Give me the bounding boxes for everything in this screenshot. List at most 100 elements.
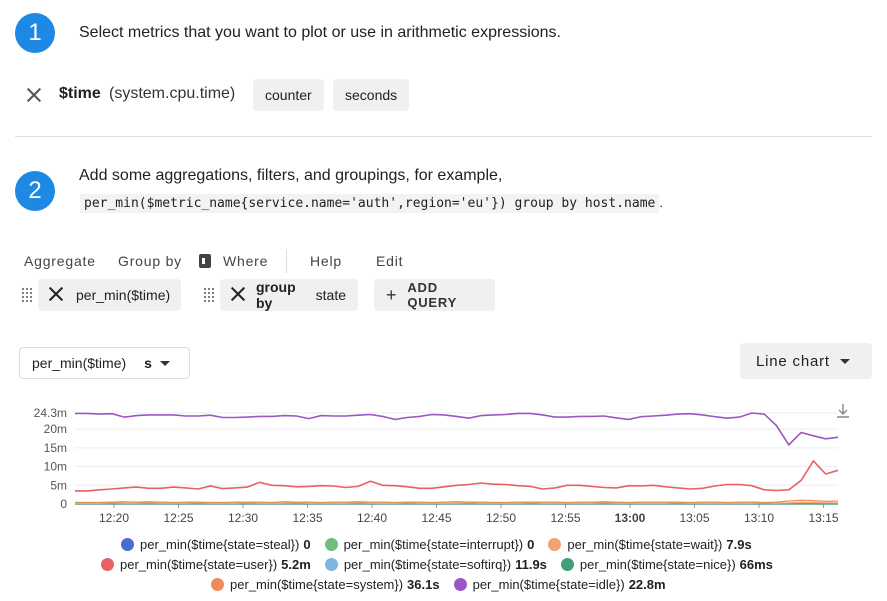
- unit-value: s: [144, 355, 152, 371]
- legend-item-nice[interactable]: per_min($time{state=nice}) 66ms: [560, 557, 773, 572]
- legend-dot: [324, 558, 338, 571]
- remove-query-button[interactable]: [46, 284, 66, 307]
- y-tick-label: 15m: [44, 441, 67, 455]
- query-text: per_min($time): [76, 287, 171, 303]
- query-chip-aggregate: per_min($time): [38, 279, 181, 311]
- x-tick-label: 13:10: [744, 511, 774, 525]
- legend-label: per_min($time{state=system}): [230, 577, 404, 592]
- query-keyword: group by: [256, 279, 296, 311]
- plus-icon: +: [386, 285, 398, 305]
- step-1-number: 1: [28, 19, 42, 46]
- legend-row: per_min($time{state=steal}) 0 per_min($tim…: [121, 537, 766, 552]
- step-2-number: 2: [28, 177, 42, 204]
- legend-value: 66ms: [739, 557, 773, 572]
- metric-name: (system.cpu.time): [109, 85, 236, 102]
- step-2-text: Add some aggregations, filters, and grou…: [79, 167, 503, 184]
- close-icon: [24, 85, 44, 105]
- tab-help[interactable]: Help: [310, 253, 342, 269]
- legend-label: per_min($time{state=softirq}): [343, 557, 512, 572]
- add-query-button[interactable]: + ADD QUERY: [374, 279, 495, 311]
- y-axis: 24.3m 20m 15m 10m 5m 0: [34, 406, 68, 511]
- drag-handle-icon[interactable]: [203, 287, 215, 303]
- download-icon[interactable]: [837, 404, 849, 418]
- metric-unit-chip: seconds: [333, 79, 410, 111]
- query-chip-group-by: group by state: [220, 279, 358, 311]
- legend-label: per_min($time{state=wait}): [567, 537, 723, 552]
- x-axis: 12:20 12:25 12:30 12:35 12:40 12:45 12:50 12:55…: [75, 503, 839, 525]
- chevron-down-icon: [159, 360, 170, 366]
- legend-value: 0: [527, 537, 535, 552]
- legend-dot: [453, 578, 467, 591]
- legend-value: 5.2m: [281, 557, 311, 572]
- tab-where[interactable]: Where: [223, 253, 268, 269]
- y-tick-label: 0: [60, 497, 67, 511]
- legend-item-idle[interactable]: per_min($time{state=idle}) 22.8m: [453, 577, 666, 592]
- legend-dot: [548, 538, 562, 551]
- x-tick-label: 12:35: [292, 511, 322, 525]
- legend-value: 7.9s: [726, 537, 752, 552]
- legend-row: per_min($time{state=user}) 5.2m per_min($t…: [101, 557, 787, 572]
- x-tick-label: 12:50: [486, 511, 516, 525]
- example-suffix: .: [659, 195, 663, 210]
- metric-alias: $time: [59, 85, 101, 102]
- chart-series: [75, 412, 839, 505]
- remove-query-button[interactable]: [228, 284, 248, 307]
- legend-dot: [211, 578, 224, 591]
- series-line-user: [75, 459, 839, 492]
- legend-dot: [560, 558, 574, 571]
- metric-instrument-chip: counter: [253, 79, 324, 111]
- tab-aggregate[interactable]: Aggregate: [24, 253, 96, 269]
- chart-type-select[interactable]: Line chart: [740, 343, 872, 379]
- remove-metric-button[interactable]: [24, 85, 44, 110]
- step-1-badge: 1: [15, 13, 55, 53]
- x-tick-label: 12:25: [163, 511, 193, 525]
- metric-select[interactable]: per_min($time) s: [19, 347, 190, 379]
- y-tick-label: 20m: [44, 422, 67, 436]
- query-text: state: [311, 287, 346, 303]
- drag-handle-icon[interactable]: [21, 287, 33, 303]
- legend-item-interrupt[interactable]: per_min($time{state=interrupt}) 0: [324, 537, 535, 552]
- y-tick-label: 10m: [44, 460, 67, 474]
- legend-value: 36.1s: [407, 577, 440, 592]
- line-chart[interactable]: 24.3m20m15m10m5m0 12:20 12:25 12:30 12:35 12…: [0, 395, 887, 530]
- x-tick-label: 13:00: [615, 511, 646, 525]
- y-tick-label: 24.3m: [34, 406, 67, 420]
- step-2-badge: 2: [15, 171, 55, 211]
- legend-label: per_min($time{state=nice}): [579, 557, 736, 572]
- legend-row: per_min($time{state=system}) 36.1s per_min…: [211, 577, 680, 592]
- legend-dot: [324, 538, 338, 551]
- legend-item-softirq[interactable]: per_min($time{state=softirq}) 11.9s: [324, 557, 547, 572]
- x-tick-label: 12:55: [550, 511, 580, 525]
- legend-dot: [101, 558, 114, 571]
- tab-divider: [286, 249, 287, 273]
- step-1-text: Select metrics that you want to plot or …: [79, 24, 561, 41]
- where-icon: [199, 254, 211, 268]
- chart-grid: [75, 412, 838, 505]
- legend-value: 11.9s: [515, 557, 547, 572]
- metric-select-value: per_min($time): [32, 355, 127, 371]
- x-tick-label: 12:30: [228, 511, 258, 525]
- legend-item-wait[interactable]: per_min($time{state=wait}) 7.9s: [548, 537, 752, 552]
- legend-label: per_min($time{state=user}): [120, 557, 278, 572]
- close-icon: [228, 284, 248, 304]
- close-icon: [46, 284, 66, 304]
- legend-item-steal[interactable]: per_min($time{state=steal}) 0: [121, 537, 311, 552]
- series-line-system: [75, 499, 839, 504]
- x-tick-label: 12:40: [357, 511, 387, 525]
- legend-item-system[interactable]: per_min($time{state=system}) 36.1s: [211, 577, 440, 592]
- section-divider: [15, 136, 872, 137]
- add-query-label: ADD QUERY: [407, 280, 458, 310]
- example-query: per_min($metric_name{service.name='auth'…: [80, 194, 663, 213]
- chart-type-label: Line chart: [756, 352, 830, 370]
- tab-edit[interactable]: Edit: [376, 253, 403, 269]
- legend-item-user[interactable]: per_min($time{state=user}) 5.2m: [101, 557, 311, 572]
- legend-value: 22.8m: [628, 577, 666, 592]
- chevron-down-icon: [839, 358, 850, 364]
- x-tick-label: 12:45: [421, 511, 451, 525]
- legend-label: per_min($time{state=steal}): [140, 537, 300, 552]
- tab-group-by[interactable]: Group by: [118, 253, 182, 269]
- legend-label: per_min($time{state=interrupt}): [343, 537, 524, 552]
- legend-value: 0: [303, 537, 311, 552]
- legend-dot: [121, 538, 134, 551]
- x-tick-label: 13:15: [808, 511, 838, 525]
